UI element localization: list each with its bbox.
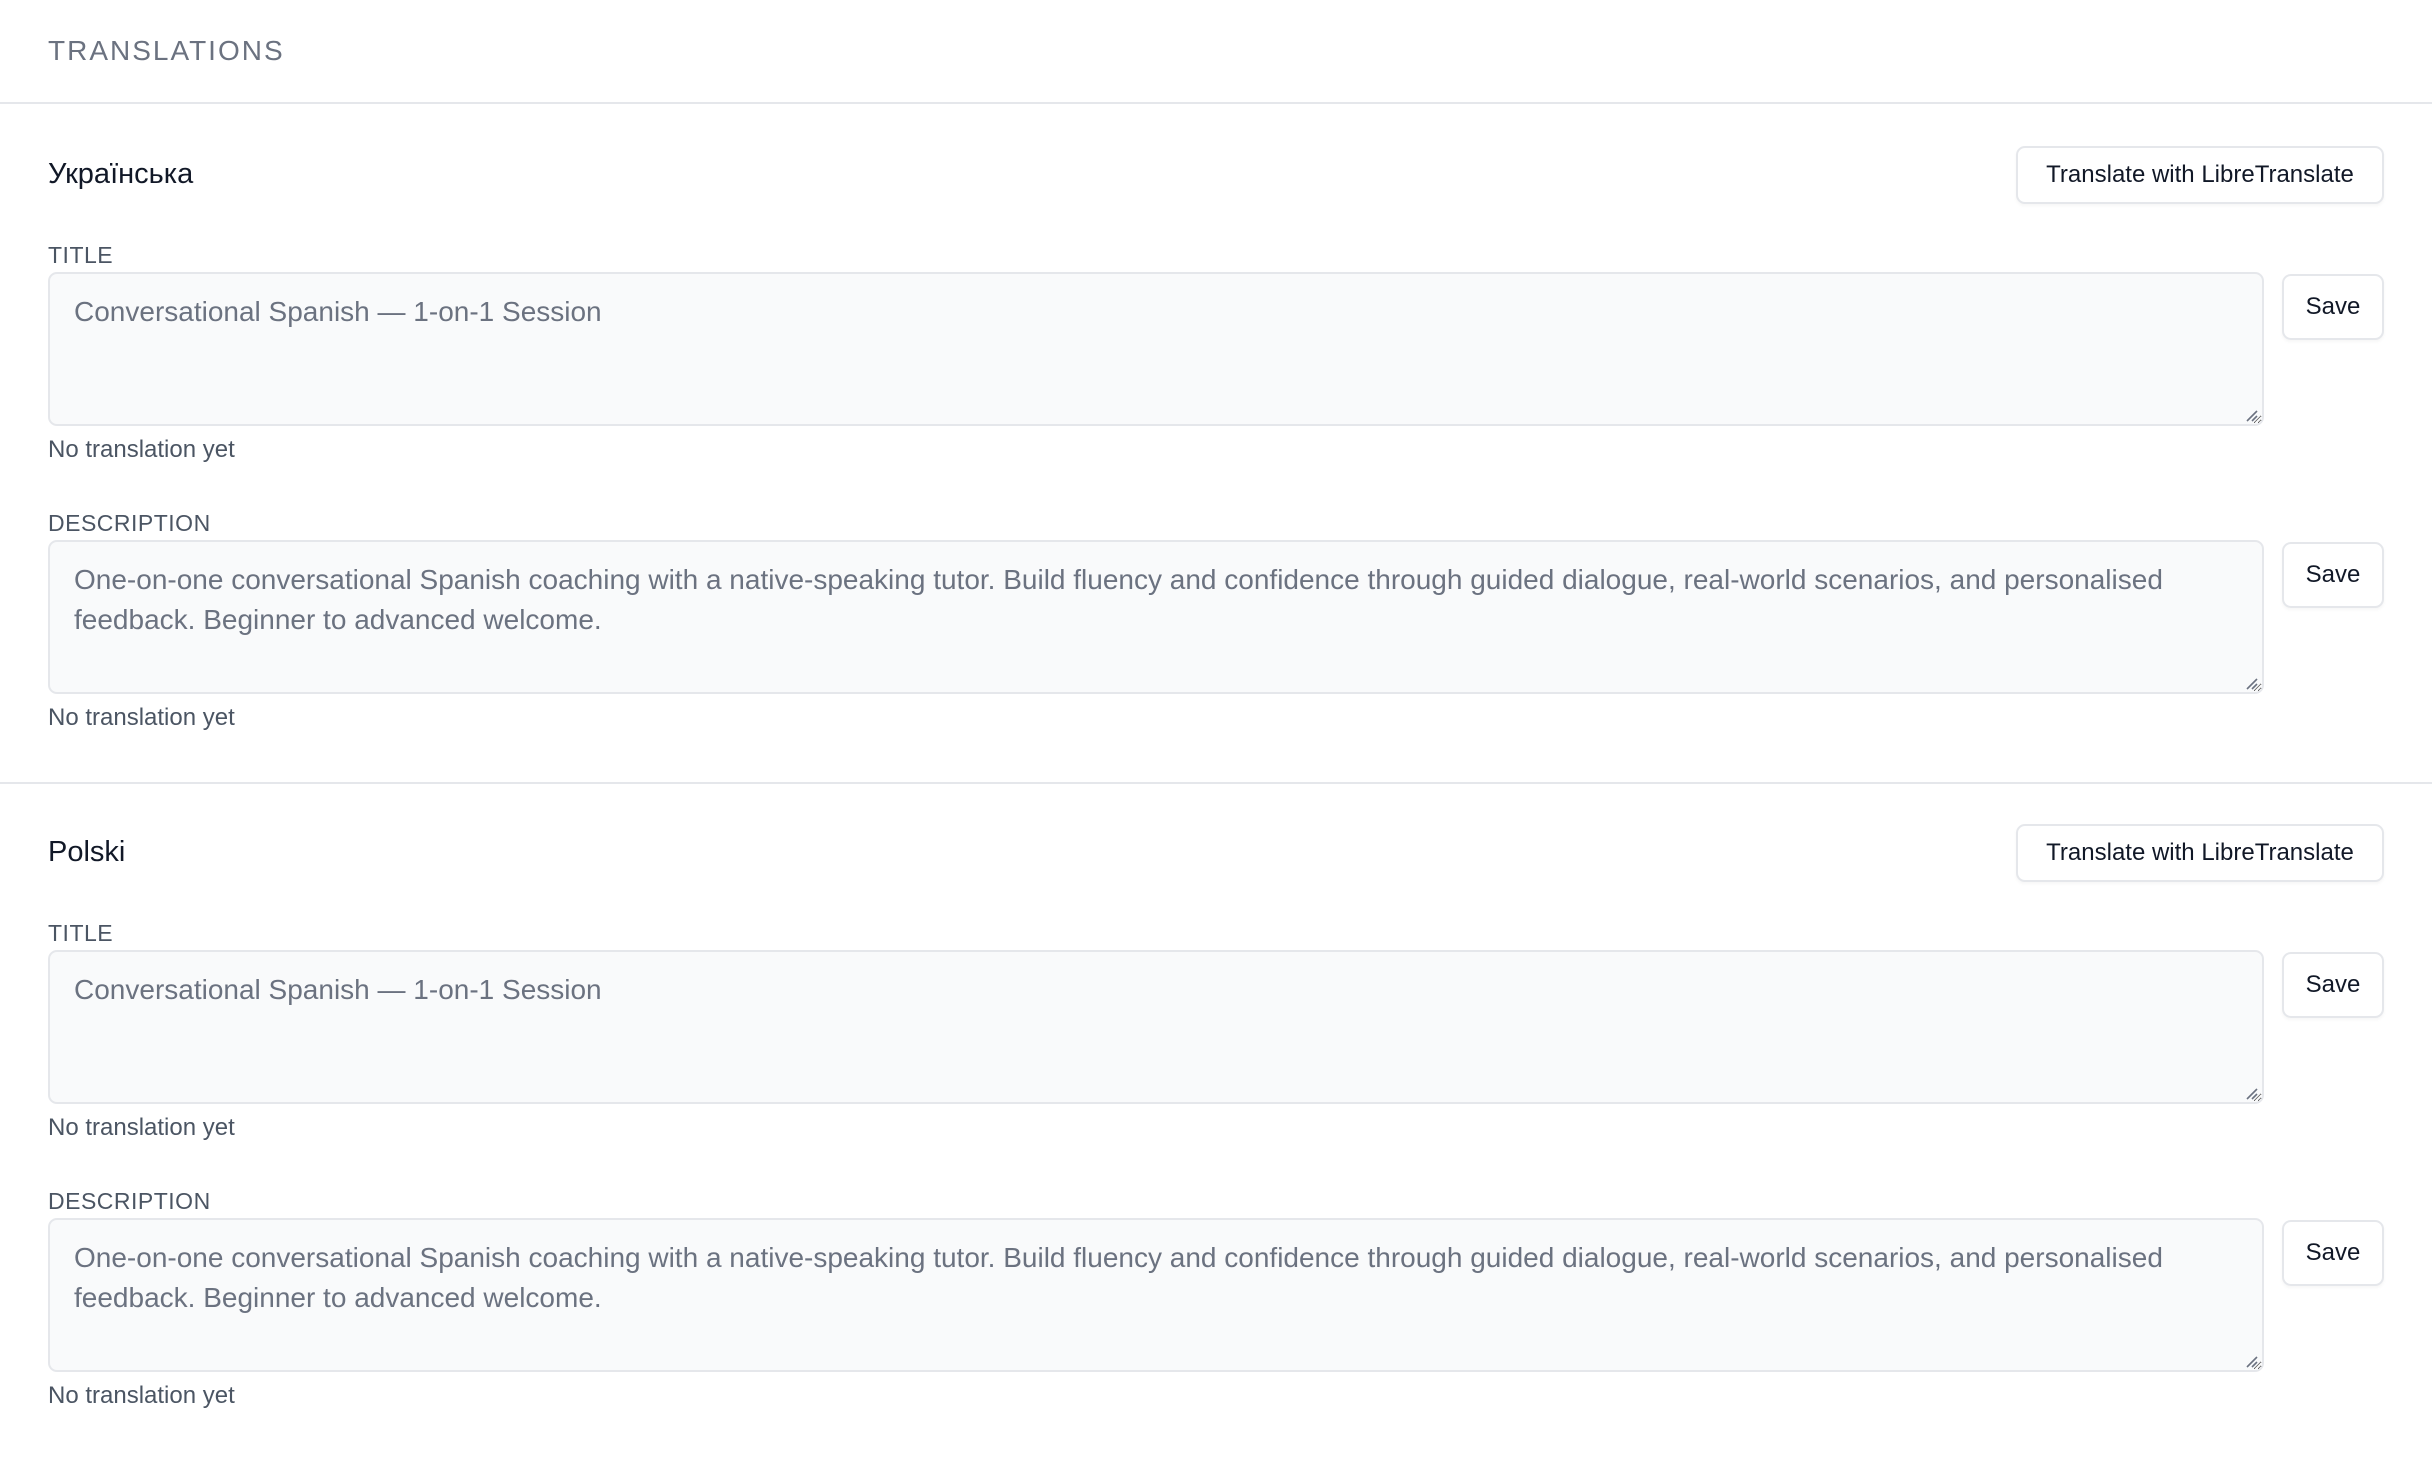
title-field: TITLE Conversational Spanish — 1-on-1 Se… bbox=[0, 920, 2432, 1188]
save-title-button[interactable]: Save bbox=[2282, 274, 2384, 340]
description-field: DESCRIPTION One-on-one conversational Sp… bbox=[0, 1188, 2432, 1456]
description-label: DESCRIPTION bbox=[48, 1188, 211, 1214]
save-description-button[interactable]: Save bbox=[2282, 1220, 2384, 1286]
description-field: DESCRIPTION One-on-one conversational Sp… bbox=[0, 510, 2432, 778]
description-label: DESCRIPTION bbox=[48, 510, 211, 536]
language-header: Українська Translate with LibreTranslate bbox=[0, 106, 2432, 242]
translate-libretranslate-button[interactable]: Translate with LibreTranslate bbox=[2016, 146, 2384, 204]
title-label: TITLE bbox=[48, 242, 114, 268]
translation-status: No translation yet bbox=[48, 1114, 235, 1141]
title-field: TITLE Conversational Spanish — 1-on-1 Se… bbox=[0, 242, 2432, 510]
panel-header: TRANSLATIONS bbox=[0, 0, 2432, 104]
translation-status: No translation yet bbox=[48, 436, 235, 463]
translations-panel: TRANSLATIONS Українська Translate with L… bbox=[0, 0, 2432, 1460]
save-description-button[interactable]: Save bbox=[2282, 542, 2384, 608]
description-textarea[interactable]: One-on-one conversational Spanish coachi… bbox=[48, 540, 2264, 694]
language-section-polish: Polski Translate with LibreTranslate TIT… bbox=[0, 782, 2432, 1456]
language-name: Polski bbox=[48, 836, 126, 868]
language-name: Українська bbox=[48, 158, 194, 190]
translation-status: No translation yet bbox=[48, 704, 235, 731]
title-label: TITLE bbox=[48, 920, 114, 946]
title-textarea[interactable]: Conversational Spanish — 1-on-1 Session bbox=[48, 950, 2264, 1104]
language-header: Polski Translate with LibreTranslate bbox=[0, 784, 2432, 920]
save-title-button[interactable]: Save bbox=[2282, 952, 2384, 1018]
translation-status: No translation yet bbox=[48, 1382, 235, 1409]
translate-libretranslate-button[interactable]: Translate with LibreTranslate bbox=[2016, 824, 2384, 882]
description-textarea[interactable]: One-on-one conversational Spanish coachi… bbox=[48, 1218, 2264, 1372]
title-textarea[interactable]: Conversational Spanish — 1-on-1 Session bbox=[48, 272, 2264, 426]
panel-title: TRANSLATIONS bbox=[48, 35, 285, 66]
language-section-ukrainian: Українська Translate with LibreTranslate… bbox=[0, 106, 2432, 778]
